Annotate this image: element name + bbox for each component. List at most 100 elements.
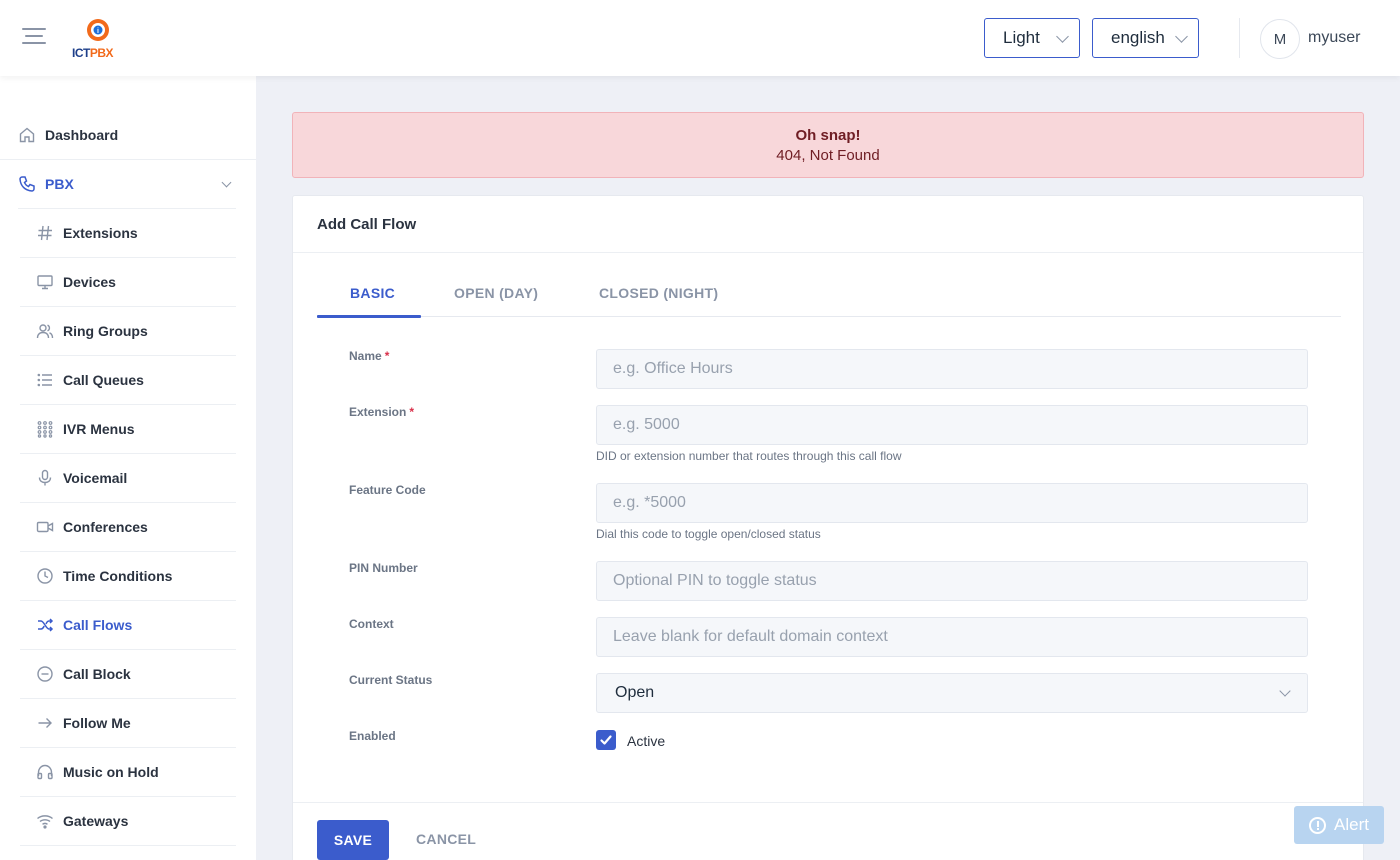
sidebar-item-follow-me[interactable]: Follow Me bbox=[20, 699, 236, 748]
theme-select[interactable]: Light bbox=[984, 18, 1080, 58]
home-icon bbox=[18, 126, 36, 144]
extension-field[interactable] bbox=[596, 405, 1308, 445]
language-select[interactable]: english bbox=[1092, 18, 1199, 58]
sidebar-item-label: IVR Menus bbox=[63, 421, 135, 437]
users-icon bbox=[36, 322, 54, 340]
sidebar-item-label: Time Conditions bbox=[63, 568, 173, 584]
sidebar-item-label: Voicemail bbox=[63, 470, 128, 486]
sidebar-item-pbx[interactable]: PBX bbox=[18, 160, 236, 209]
username[interactable]: myuser bbox=[1308, 29, 1360, 47]
alert-circle-icon bbox=[1309, 816, 1327, 834]
sidebar-item-ivr-menus[interactable]: IVR Menus bbox=[20, 405, 236, 454]
tab-closed-night[interactable]: CLOSED (NIGHT) bbox=[599, 285, 718, 301]
active-tab-indicator bbox=[317, 315, 421, 318]
keypad-icon bbox=[36, 420, 54, 438]
sidebar-item-call-flows[interactable]: Call Flows bbox=[20, 601, 236, 650]
context-label: Context bbox=[349, 617, 394, 631]
sidebar-item-label: Music on Hold bbox=[63, 764, 159, 780]
enabled-label: Enabled bbox=[349, 729, 396, 743]
cancel-button[interactable]: CANCEL bbox=[416, 831, 476, 847]
sidebar-item-time-conditions[interactable]: Time Conditions bbox=[20, 552, 236, 601]
name-field[interactable] bbox=[596, 349, 1308, 389]
sidebar-item-call-queues[interactable]: Call Queues bbox=[20, 356, 236, 405]
name-label: Name * bbox=[349, 349, 390, 363]
top-header: i ICTPBX Light english M myuser bbox=[0, 0, 1400, 76]
sidebar: Dashboard PBX Extensions Devices Ring Gr… bbox=[0, 76, 256, 860]
phone-icon bbox=[18, 175, 36, 193]
sidebar-item-gateways[interactable]: Gateways bbox=[20, 797, 236, 846]
card-footer-divider bbox=[293, 802, 1363, 803]
sidebar-item-label: Call Queues bbox=[63, 372, 144, 388]
add-call-flow-card: Add Call Flow BASIC OPEN (DAY) CLOSED (N… bbox=[292, 195, 1364, 860]
alert-message: 404, Not Found bbox=[776, 147, 880, 164]
tab-open-day[interactable]: OPEN (DAY) bbox=[454, 285, 538, 301]
sidebar-item-conferences[interactable]: Conferences bbox=[20, 503, 236, 552]
minus-circle-icon bbox=[36, 665, 54, 683]
status-label: Current Status bbox=[349, 673, 433, 687]
sidebar-item-label: Extensions bbox=[63, 225, 138, 241]
microphone-icon bbox=[36, 469, 54, 487]
avatar[interactable]: M bbox=[1260, 19, 1300, 59]
headphones-icon bbox=[36, 763, 54, 781]
sidebar-item-label: Ring Groups bbox=[63, 323, 148, 339]
sidebar-item-devices[interactable]: Devices bbox=[20, 258, 236, 307]
sidebar-item-music-on-hold[interactable]: Music on Hold bbox=[20, 748, 236, 797]
alert-title: Oh snap! bbox=[795, 127, 861, 144]
sidebar-item-label: Gateways bbox=[63, 813, 129, 829]
extension-label: Extension * bbox=[349, 405, 415, 419]
feature-code-label: Feature Code bbox=[349, 483, 426, 497]
extension-help: DID or extension number that routes thro… bbox=[596, 449, 902, 463]
card-title: Add Call Flow bbox=[317, 216, 417, 233]
sidebar-item-label: Conferences bbox=[63, 519, 148, 535]
chevron-down-icon bbox=[1175, 30, 1188, 43]
pin-field[interactable] bbox=[596, 561, 1308, 601]
status-select-value: Open bbox=[615, 684, 655, 701]
alert-button-label: Alert bbox=[1334, 815, 1369, 834]
sidebar-item-ring-groups[interactable]: Ring Groups bbox=[20, 307, 236, 356]
sidebar-item-label: Call Block bbox=[63, 666, 131, 682]
logo-text: ICTPBX bbox=[72, 46, 114, 60]
sidebar-item-label: Follow Me bbox=[63, 715, 131, 731]
header-divider bbox=[1239, 18, 1240, 58]
sidebar-item-call-block[interactable]: Call Block bbox=[20, 650, 236, 699]
alert-button[interactable]: Alert bbox=[1294, 806, 1384, 844]
enabled-checkbox-label[interactable]: Active bbox=[627, 733, 665, 749]
save-button[interactable]: SAVE bbox=[317, 820, 389, 860]
enabled-checkbox[interactable] bbox=[596, 730, 616, 750]
sidebar-item-dashboard[interactable]: Dashboard bbox=[0, 111, 256, 160]
check-icon bbox=[600, 735, 612, 745]
sidebar-item-extensions[interactable]: Extensions bbox=[20, 209, 236, 258]
shuffle-icon bbox=[36, 616, 54, 634]
status-select[interactable]: Open bbox=[596, 673, 1308, 713]
card-divider bbox=[293, 252, 1363, 253]
required-marker: * bbox=[409, 405, 415, 419]
context-field[interactable] bbox=[596, 617, 1308, 657]
svg-text:i: i bbox=[97, 28, 99, 35]
sidebar-item-label: Dashboard bbox=[45, 127, 119, 143]
sidebar-item-label: PBX bbox=[45, 176, 74, 192]
pbx-submenu: Extensions Devices Ring Groups Call Queu… bbox=[20, 209, 236, 846]
hash-icon bbox=[36, 224, 54, 242]
theme-select-value: Light bbox=[1003, 28, 1040, 47]
sidebar-item-label: Devices bbox=[63, 274, 116, 290]
pin-label: PIN Number bbox=[349, 561, 418, 575]
clock-icon bbox=[36, 567, 54, 585]
monitor-icon bbox=[36, 273, 54, 291]
menu-toggle-icon[interactable] bbox=[22, 28, 46, 48]
sidebar-item-voicemail[interactable]: Voicemail bbox=[20, 454, 236, 503]
wifi-icon bbox=[36, 812, 54, 830]
chevron-down-icon bbox=[1056, 30, 1069, 43]
arrow-right-icon bbox=[36, 714, 54, 732]
sidebar-item-label: Call Flows bbox=[63, 617, 133, 633]
tabs-divider bbox=[317, 316, 1341, 317]
error-alert: Oh snap! 404, Not Found bbox=[292, 112, 1364, 178]
language-select-value: english bbox=[1111, 28, 1165, 47]
video-icon bbox=[36, 518, 54, 536]
feature-code-help: Dial this code to toggle open/closed sta… bbox=[596, 527, 821, 541]
required-marker: * bbox=[384, 349, 390, 363]
chevron-down-icon bbox=[221, 177, 232, 188]
list-icon bbox=[36, 371, 54, 389]
tab-basic[interactable]: BASIC bbox=[350, 285, 395, 301]
feature-code-field[interactable] bbox=[596, 483, 1308, 523]
chevron-down-icon bbox=[1279, 685, 1291, 697]
